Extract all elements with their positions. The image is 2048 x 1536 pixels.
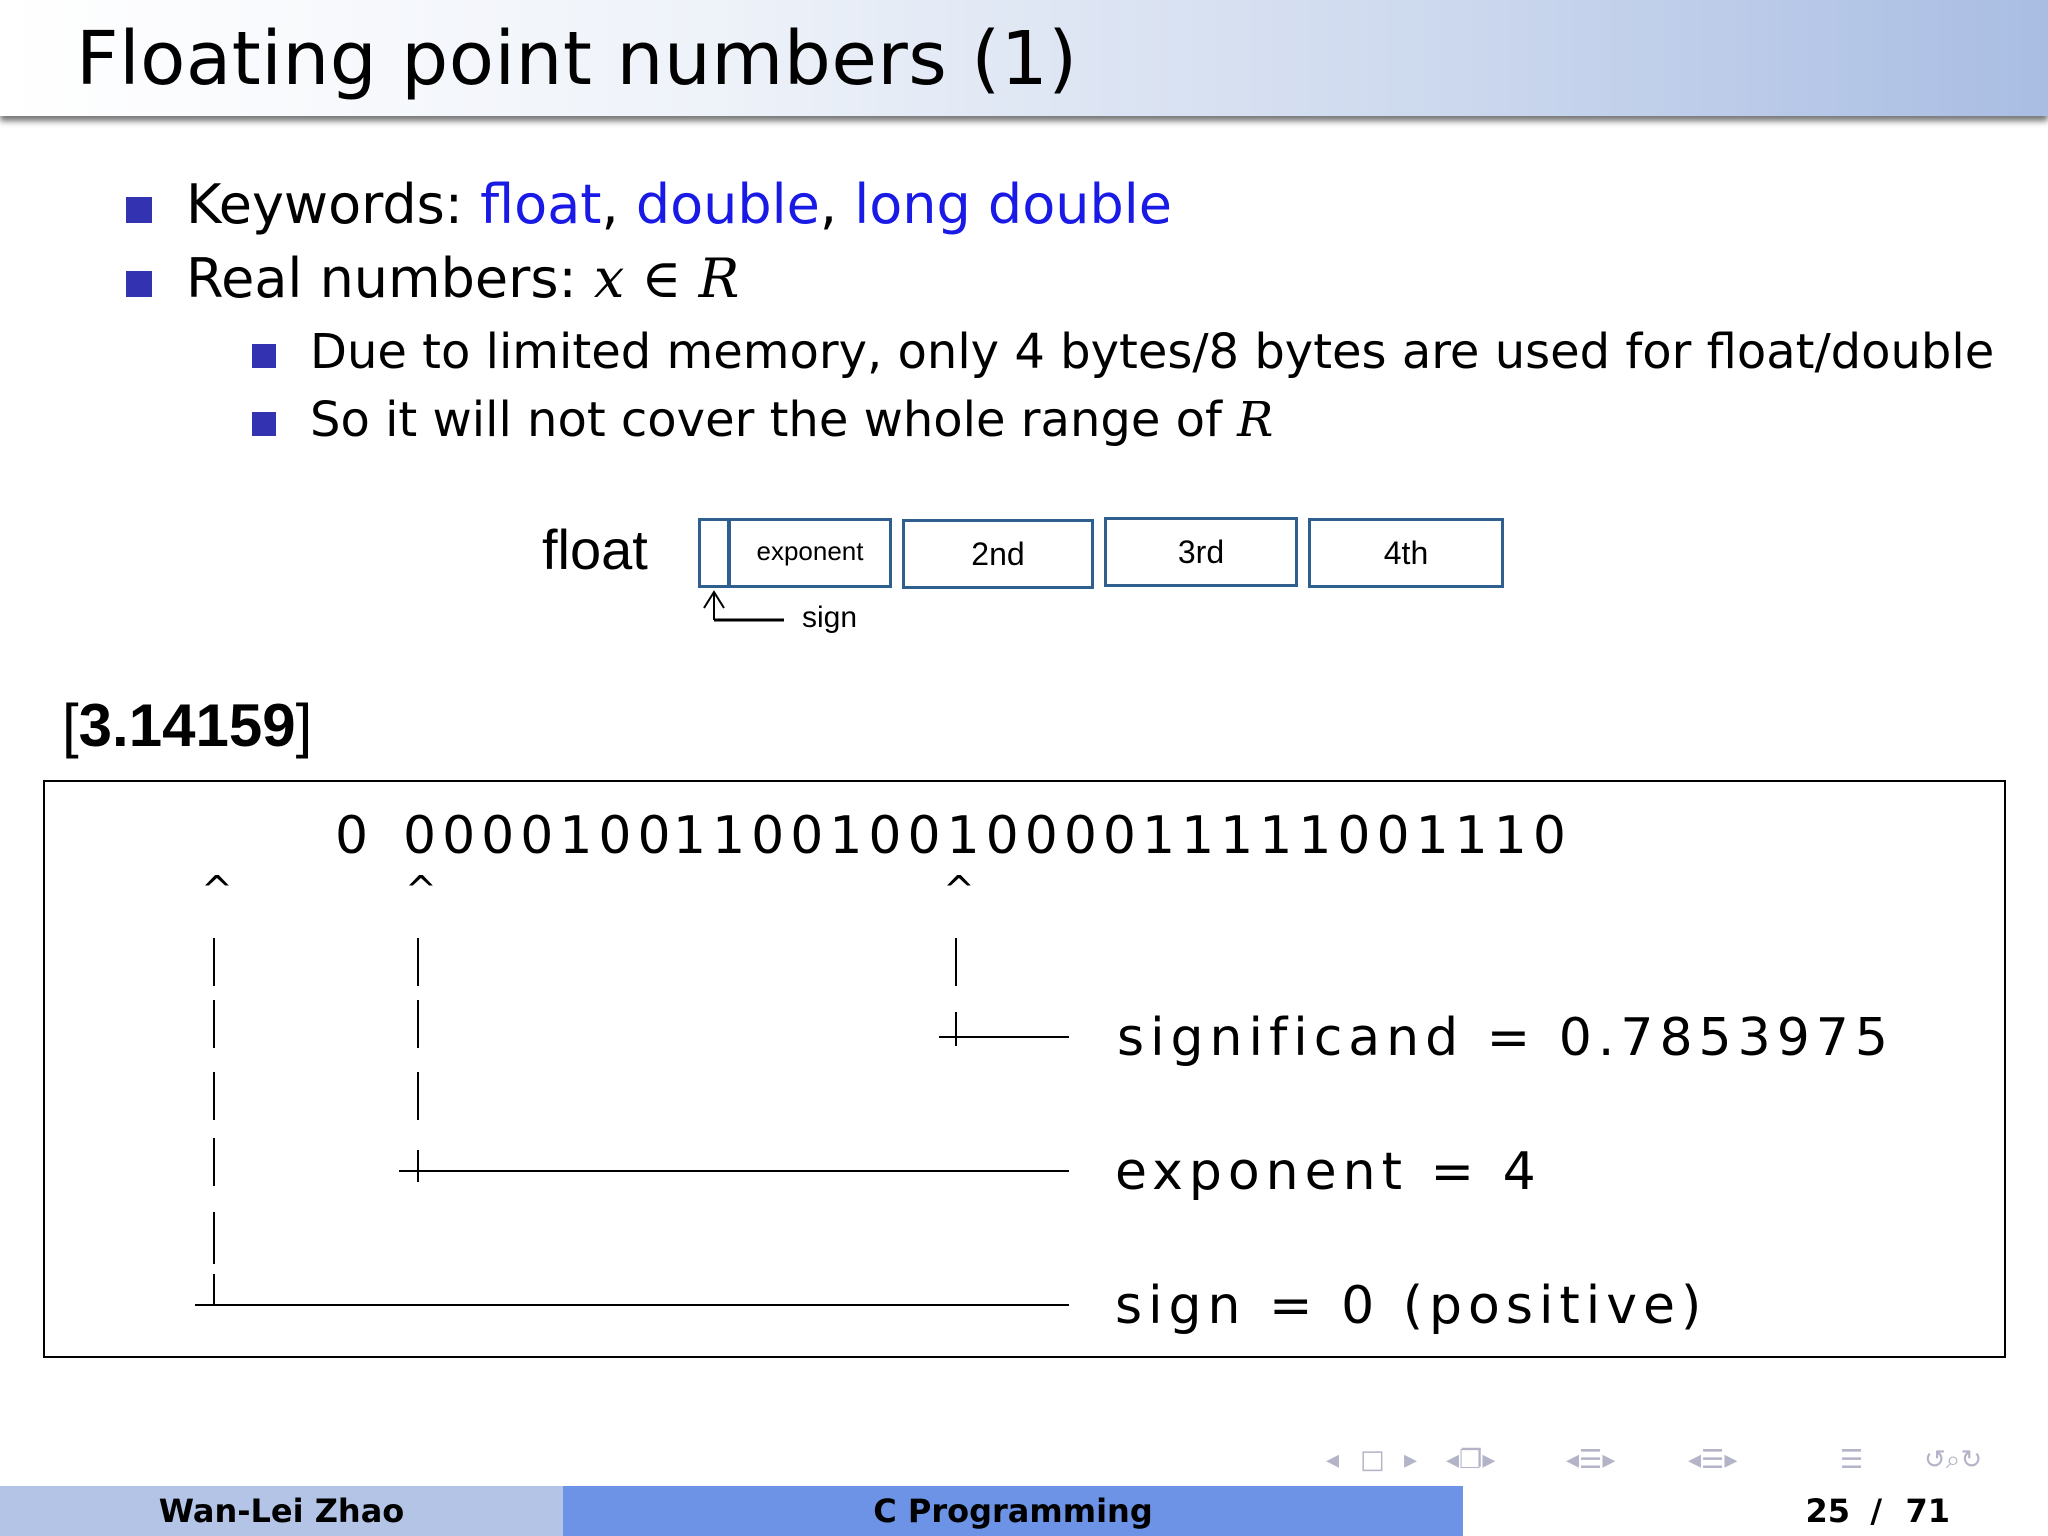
sign-value-label: sign = 0 (positive) <box>1115 1276 1708 1336</box>
sign-label: sign <box>802 601 858 634</box>
sign-bit-box <box>698 518 730 588</box>
bit-significand: 11001001000011111001110 <box>673 806 1572 866</box>
byte-label: 3rd <box>1177 534 1225 570</box>
byte-3rd: 3rd <box>1104 517 1298 587</box>
bullet-marker <box>126 271 152 297</box>
nav-prev-slide-icon[interactable]: ◂ <box>1326 1442 1339 1478</box>
sign-line-seg <box>213 1000 215 1048</box>
nav-frame-icon[interactable]: ◂❐▸ <box>1446 1442 1495 1478</box>
bullet-marker <box>252 412 276 436</box>
footer-author: Wan-Lei Zhao <box>0 1486 563 1536</box>
example-value: [3.14159] <box>62 692 313 759</box>
keyword-double: double <box>635 173 820 236</box>
nav-section-icon[interactable]: ◂☰▸ <box>1566 1442 1615 1478</box>
sign-line-seg <box>213 938 215 986</box>
keyword-long-double: long double <box>854 173 1172 236</box>
footer-course: C Programming <box>563 1486 1463 1536</box>
significand-line-seg <box>955 938 957 986</box>
byte-label: exponent <box>756 536 864 566</box>
nav-next-slide-icon[interactable]: ▸ <box>1404 1442 1417 1478</box>
bit-layout-box: 0 0000100 11001001000011111001110 ^ ^ ^ … <box>43 780 2006 1358</box>
nav-subsection-icon[interactable]: ◂☰▸ <box>1688 1442 1737 1478</box>
bit-sign: 0 <box>335 806 375 866</box>
sign-line-seg <box>213 1138 215 1186</box>
nav-search-icon[interactable]: ↺⌕↻ <box>1924 1442 1982 1478</box>
exponent-line-seg <box>417 1150 419 1182</box>
sign-line-seg <box>213 1212 215 1264</box>
footer-page-number: 25 / 71 <box>1463 1486 2048 1536</box>
math-r: R <box>1237 392 1274 448</box>
footer-bar: Wan-Lei Zhao C Programming 25 / 71 <box>0 1486 2048 1536</box>
significand-label: significand = 0.7853975 <box>1117 1008 1894 1068</box>
sign-line-seg <box>213 1274 215 1306</box>
byte-2nd: 2nd <box>902 519 1094 589</box>
exponent-line-seg <box>417 938 419 986</box>
significand-leader <box>939 1036 1069 1038</box>
title-bar: Floating point numbers (1) <box>0 0 2048 116</box>
nav-slide-icon[interactable]: □ <box>1360 1442 1385 1478</box>
exponent-line-seg <box>417 1072 419 1120</box>
subbullet-text: Due to limited memory, only 4 bytes/8 by… <box>310 324 1995 380</box>
exponent-leader <box>399 1170 1069 1172</box>
byte-label: 2nd <box>971 536 1025 572</box>
bullet-marker <box>252 344 276 368</box>
caret-sign: ^ <box>201 868 233 912</box>
float-label: float <box>542 518 648 581</box>
exponent-label: exponent = 4 <box>1115 1142 1542 1202</box>
nav-outline-icon[interactable]: ☰ <box>1840 1442 1863 1478</box>
bullet-text: Keywords: float, double, long double <box>186 173 1172 236</box>
significand-line-seg <box>955 1012 957 1046</box>
keyword-float: float <box>480 173 602 236</box>
byte-4th: 4th <box>1308 518 1504 588</box>
bullet-marker <box>126 197 152 223</box>
math-x-in-r: x ∈ R <box>593 247 740 310</box>
bit-exponent: 0000100 <box>403 806 677 866</box>
sign-arrow <box>703 590 784 622</box>
sign-line-seg <box>213 1072 215 1120</box>
byte-label: 4th <box>1383 535 1429 571</box>
sign-leader <box>195 1304 1069 1306</box>
slide-title: Floating point numbers (1) <box>76 16 1078 102</box>
bullet-text: Real numbers: x ∈ R <box>186 247 740 310</box>
byte-exponent: exponent <box>728 518 892 588</box>
subbullet-text: So it will not cover the whole range of … <box>310 392 1274 448</box>
caret-exponent: ^ <box>405 868 437 912</box>
exponent-line-seg <box>417 1000 419 1048</box>
caret-significand: ^ <box>943 868 975 912</box>
